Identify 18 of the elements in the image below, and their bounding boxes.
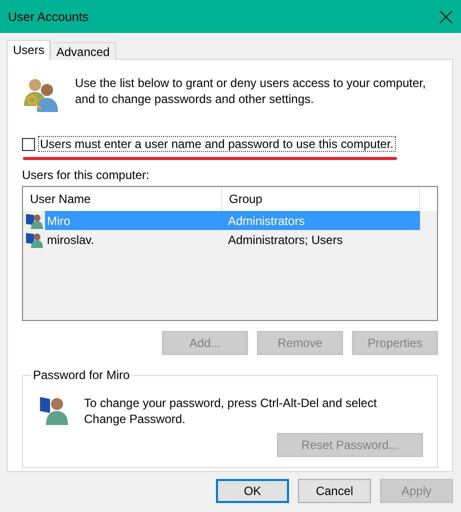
tab[interactable]: Users <box>7 40 50 60</box>
user-computer-icon <box>25 231 45 248</box>
table-cell: Administrators <box>222 211 420 230</box>
list-label: Users for this computer: <box>22 168 150 182</box>
group-title: Password for Miro <box>31 368 132 382</box>
window-title: User Accounts <box>8 10 89 24</box>
intro-text: Use the list below to grant or deny users access to your computer, and to change passwords and other settings. <box>75 75 427 108</box>
password-info-text: To change your password, press Ctrl-Alt-Del and select Change Password. <box>84 395 378 427</box>
tab[interactable]: Advanced <box>50 42 116 60</box>
button[interactable]: Cancel <box>298 479 371 503</box>
users-icon <box>22 76 60 114</box>
user-computer-icon <box>25 212 45 229</box>
table-cell[interactable]: miroslav. <box>45 230 222 249</box>
table-cell-text: Administrators; Users <box>227 232 344 248</box>
close-icon[interactable] <box>439 10 453 24</box>
checkbox[interactable] <box>22 138 35 150</box>
button[interactable]: OK <box>216 479 289 503</box>
checkbox-label[interactable]: Users must enter a user name and password to use this computer. <box>38 136 396 152</box>
